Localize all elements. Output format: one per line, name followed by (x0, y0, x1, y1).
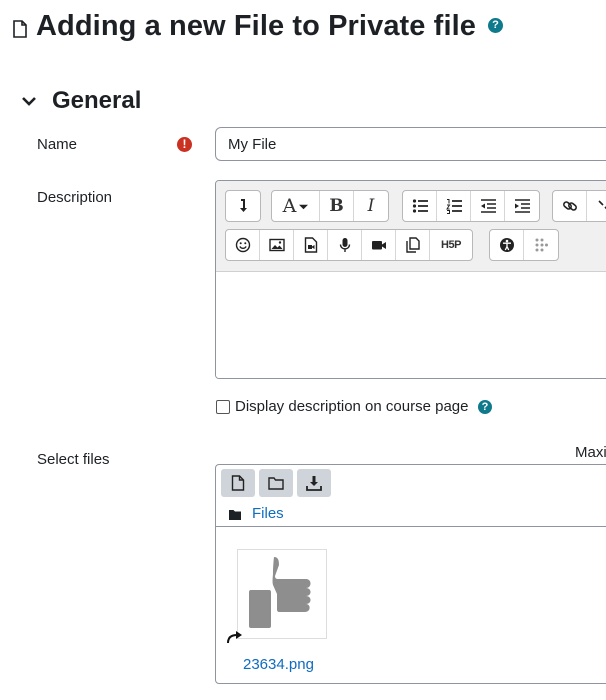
create-folder-button[interactable] (259, 469, 293, 497)
file-icon (231, 475, 245, 491)
download-icon (306, 476, 322, 491)
files-breadcrumb-link[interactable]: Files (252, 505, 284, 522)
alias-arrow-icon (226, 630, 244, 644)
folder-icon (268, 477, 284, 490)
help-icon[interactable]: ? (478, 400, 492, 414)
file-manager-toolbar: Files (216, 465, 606, 527)
select-files-label: Select files (37, 451, 110, 468)
italic-icon[interactable]: I (354, 191, 388, 221)
emoji-icon[interactable] (226, 230, 260, 260)
unordered-list-icon[interactable] (403, 191, 437, 221)
indent-icon[interactable] (505, 191, 539, 221)
bold-icon[interactable]: B (320, 191, 354, 221)
thumbs-up-image (249, 557, 311, 628)
description-label: Description (37, 189, 113, 206)
outdent-icon[interactable] (471, 191, 505, 221)
image-icon[interactable] (260, 230, 294, 260)
chevron-down-icon[interactable] (20, 92, 38, 110)
display-description-checkbox[interactable] (216, 400, 230, 414)
toolbar-group-collapse (225, 190, 261, 222)
toolbar-group-accessibility (489, 229, 559, 261)
record-audio-icon[interactable] (328, 230, 362, 260)
record-video-icon[interactable] (362, 230, 396, 260)
editor-toolbar: A B I H5P (216, 181, 606, 272)
accessibility-checker-icon[interactable] (490, 230, 524, 260)
description-textarea[interactable] (216, 272, 606, 378)
max-size-text: Maxi (575, 444, 606, 461)
add-file-button[interactable] (221, 469, 255, 497)
toolbar-group-lists (402, 190, 540, 222)
file-name-link[interactable]: 23634.png (243, 656, 314, 673)
collapse-icon[interactable] (226, 191, 260, 221)
screenreader-helper-icon[interactable] (524, 230, 558, 260)
ordered-list-icon[interactable] (437, 191, 471, 221)
h5p-icon[interactable]: H5P (430, 230, 472, 260)
required-icon: ! (177, 137, 192, 152)
file-icon (12, 20, 28, 38)
media-icon[interactable] (294, 230, 328, 260)
name-label: Name (37, 136, 78, 153)
help-icon[interactable]: ? (488, 18, 503, 33)
toolbar-group-insert: H5P (225, 229, 473, 261)
description-editor: A B I H5P (215, 180, 606, 379)
folder-icon (229, 507, 241, 520)
link-icon[interactable] (553, 191, 587, 221)
manage-files-icon[interactable] (396, 230, 430, 260)
section-title-general[interactable]: General (52, 86, 141, 116)
file-thumbnail[interactable] (237, 549, 327, 639)
toolbar-group-style: A B I (271, 190, 389, 222)
font-color-icon[interactable]: A (272, 191, 320, 221)
display-description-label[interactable]: Display description on course page (235, 398, 468, 415)
unlink-icon[interactable] (587, 191, 606, 221)
file-manager: Files 23634.png (215, 464, 606, 684)
toolbar-group-links (552, 190, 606, 222)
page-title: Adding a new File to Private file (36, 10, 476, 42)
download-button[interactable] (297, 469, 331, 497)
name-input[interactable] (215, 127, 606, 161)
